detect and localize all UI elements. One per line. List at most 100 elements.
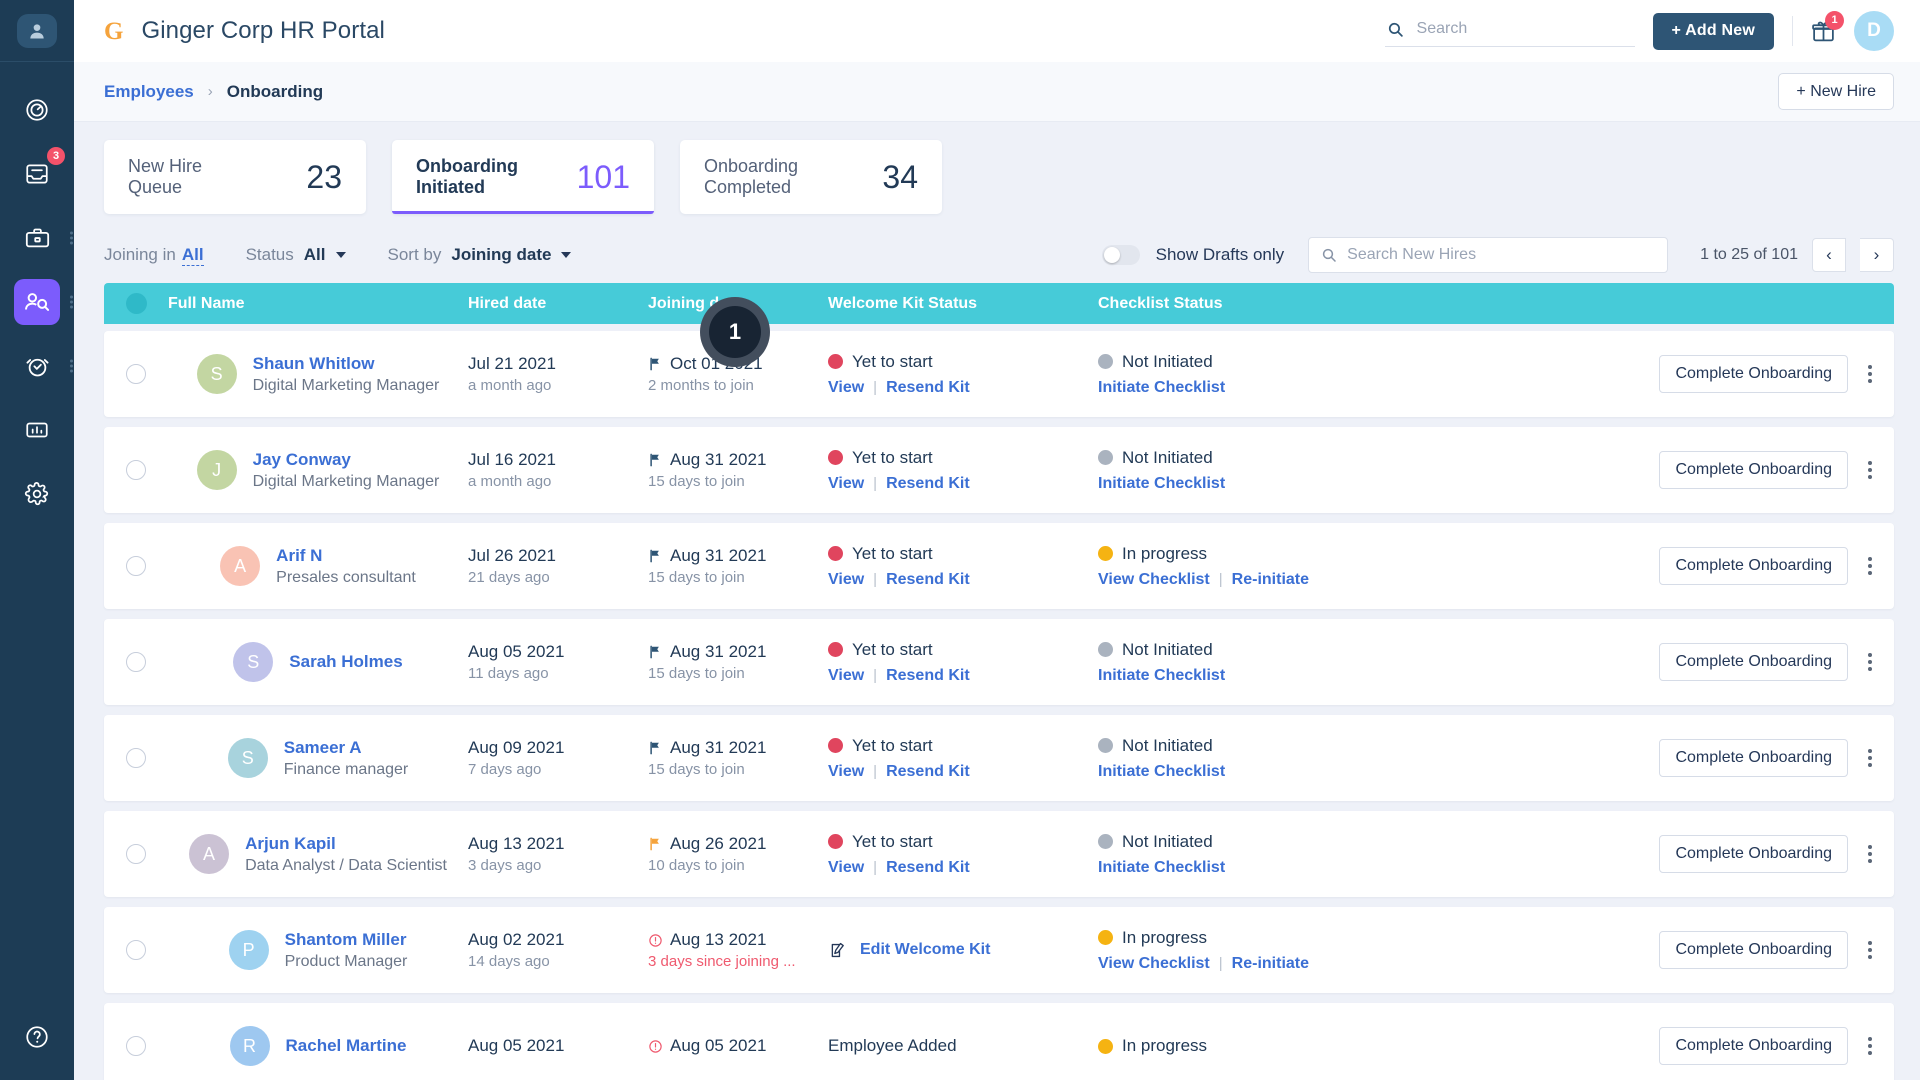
table-row[interactable]: A Arif N Presales consultant Jul 26 2021… [104,523,1894,609]
column-header-hired-date[interactable]: Hired date [468,295,648,313]
row-checkbox[interactable] [126,556,146,576]
sidebar-item-jobs-more-icon[interactable] [70,231,73,245]
kit-link-view[interactable]: View [828,667,864,685]
search-input[interactable] [1416,20,1633,38]
checklist-link-initiate-checklist[interactable]: Initiate Checklist [1098,667,1225,685]
table-row[interactable]: P Shantom Miller Product Manager Aug 02 … [104,907,1894,993]
edit-welcome-kit-label[interactable]: Edit Welcome Kit [860,941,990,959]
checklist-link-view-checklist[interactable]: View Checklist [1098,955,1210,973]
employee-name[interactable]: Shaun Whitlow [253,354,440,374]
row-more-menu-icon[interactable] [1864,937,1876,963]
complete-onboarding-button[interactable]: Complete Onboarding [1659,451,1848,489]
sidebar-item-jobs[interactable] [14,215,73,261]
column-header-welcome-kit[interactable]: Welcome Kit Status [828,295,1098,313]
row-checkbox[interactable] [126,652,146,672]
row-more-menu-icon[interactable] [1864,457,1876,483]
rewards-button[interactable]: 1 [1811,10,1844,44]
checklist-link-initiate-checklist[interactable]: Initiate Checklist [1098,763,1225,781]
kit-link-view[interactable]: View [828,859,864,877]
checklist-link-initiate-checklist[interactable]: Initiate Checklist [1098,859,1225,877]
sidebar-item-settings[interactable] [14,471,60,517]
user-avatar[interactable]: D [1854,11,1894,51]
show-drafts-toggle[interactable] [1101,245,1140,265]
sidebar-item-inbox[interactable]: 3 [14,147,65,197]
kit-link-view[interactable]: View [828,379,864,397]
table-row[interactable]: A Arjun Kapil Data Analyst / Data Scient… [104,811,1894,897]
column-header-checklist[interactable]: Checklist Status [1098,295,1428,313]
row-checkbox[interactable] [126,748,146,768]
joining-in-filter[interactable]: All [181,245,204,266]
sidebar-item-employees[interactable] [14,279,73,325]
table-row[interactable]: S Sameer A Finance manager Aug 09 2021 7… [104,715,1894,801]
checklist-link-re-initiate[interactable]: Re-initiate [1232,571,1309,589]
complete-onboarding-button[interactable]: Complete Onboarding [1659,835,1848,873]
pagination-prev-button[interactable]: ‹ [1812,238,1846,272]
kit-link-resend-kit[interactable]: Resend Kit [886,859,970,877]
complete-onboarding-button[interactable]: Complete Onboarding [1659,355,1848,393]
employee-name[interactable]: Shantom Miller [285,930,408,950]
new-hire-search[interactable] [1308,237,1669,273]
global-search[interactable] [1384,15,1635,47]
table-row[interactable]: J Jay Conway Digital Marketing Manager J… [104,427,1894,513]
row-more-menu-icon[interactable] [1864,553,1876,579]
sidebar-item-attendance-more-icon[interactable] [70,359,73,373]
sidebar-item-employees-more-icon[interactable] [70,295,73,309]
kit-link-view[interactable]: View [828,571,864,589]
kit-link-resend-kit[interactable]: Resend Kit [886,475,970,493]
row-checkbox[interactable] [126,364,146,384]
sidebar-item-dashboard[interactable] [14,87,60,133]
checklist-link-initiate-checklist[interactable]: Initiate Checklist [1098,379,1225,397]
checklist-link-view-checklist[interactable]: View Checklist [1098,571,1210,589]
row-more-menu-icon[interactable] [1864,649,1876,675]
complete-onboarding-button[interactable]: Complete Onboarding [1659,1027,1848,1065]
kit-link-view[interactable]: View [828,763,864,781]
employee-name[interactable]: Jay Conway [253,450,440,470]
table-row[interactable]: S Shaun Whitlow Digital Marketing Manage… [104,331,1894,417]
new-hire-search-input[interactable] [1347,246,1656,264]
row-more-menu-icon[interactable] [1864,745,1876,771]
select-all-checkbox[interactable] [125,293,147,314]
row-checkbox[interactable] [126,940,146,960]
status-filter[interactable]: Status All [246,245,346,265]
complete-onboarding-button[interactable]: Complete Onboarding [1659,739,1848,777]
row-more-menu-icon[interactable] [1864,1033,1876,1059]
row-more-menu-icon[interactable] [1864,841,1876,867]
sidebar-item-attendance[interactable] [14,343,73,389]
kit-link-view[interactable]: View [828,475,864,493]
checklist-link-initiate-checklist[interactable]: Initiate Checklist [1098,475,1225,493]
employee-name[interactable]: Rachel Martine [286,1036,407,1056]
brand[interactable]: G Ginger Corp HR Portal [104,17,385,45]
edit-welcome-kit[interactable]: Edit Welcome Kit [828,941,1098,960]
column-header-full-name[interactable]: Full Name [168,295,468,313]
stat-card-onboarding-completed[interactable]: Onboarding Completed 34 [680,140,942,214]
row-more-menu-icon[interactable] [1864,361,1876,387]
kit-link-resend-kit[interactable]: Resend Kit [886,763,970,781]
row-actions: Complete Onboarding [1428,835,1894,873]
pagination-next-button[interactable]: › [1860,238,1894,272]
sidebar-item-help[interactable] [24,1024,50,1050]
complete-onboarding-button[interactable]: Complete Onboarding [1659,643,1848,681]
complete-onboarding-button[interactable]: Complete Onboarding [1659,547,1848,585]
kit-link-resend-kit[interactable]: Resend Kit [886,667,970,685]
employee-name[interactable]: Arif N [276,546,416,566]
add-new-button[interactable]: + Add New [1652,12,1774,50]
complete-onboarding-button[interactable]: Complete Onboarding [1659,931,1848,969]
sidebar-profile-logo[interactable] [0,0,74,62]
table-row[interactable]: S Sarah Holmes Aug 05 2021 11 days ago A… [104,619,1894,705]
kit-link-resend-kit[interactable]: Resend Kit [886,379,970,397]
breadcrumb-employees[interactable]: Employees [104,82,194,102]
checklist-link-re-initiate[interactable]: Re-initiate [1232,955,1309,973]
row-checkbox[interactable] [126,1036,146,1056]
sidebar-item-reports[interactable] [14,407,60,453]
sort-by-filter[interactable]: Sort by Joining date [388,245,572,265]
kit-link-resend-kit[interactable]: Resend Kit [886,571,970,589]
stat-card-new-hire-queue[interactable]: New Hire Queue 23 [104,140,366,214]
table-row[interactable]: R Rachel Martine Aug 05 2021 Aug 05 2021… [104,1003,1894,1080]
employee-name[interactable]: Arjun Kapil [245,834,447,854]
stat-card-onboarding-initiated[interactable]: Onboarding Initiated 101 [392,140,654,214]
row-checkbox[interactable] [126,844,146,864]
new-hire-button[interactable]: + New Hire [1778,73,1894,110]
row-checkbox[interactable] [126,460,146,480]
employee-name[interactable]: Sarah Holmes [289,652,402,672]
employee-name[interactable]: Sameer A [284,738,409,758]
